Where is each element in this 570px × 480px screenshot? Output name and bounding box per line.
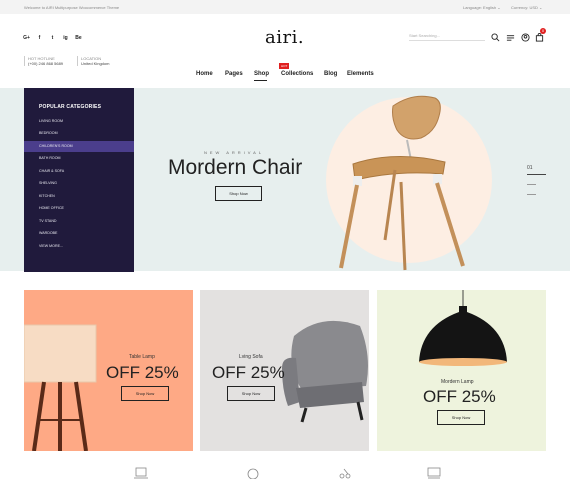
currency-selector[interactable]: Currency: USD ⌄ xyxy=(511,5,542,10)
nav-home[interactable]: Home xyxy=(196,71,213,77)
categories-sidebar: POPULAR CATEGORIES LIVING ROOM BEDROOM C… xyxy=(24,88,134,272)
category-item[interactable]: HOME OFFICE xyxy=(24,203,134,214)
chair-image xyxy=(339,95,465,271)
divider xyxy=(24,56,25,66)
nav-shop[interactable]: Shop xyxy=(254,71,269,77)
nav-collections[interactable]: Collections xyxy=(281,71,313,77)
hot-badge: HOT xyxy=(279,63,290,69)
support-icon xyxy=(247,468,259,479)
behance-icon[interactable]: Be xyxy=(75,35,82,41)
category-item[interactable]: TV STAND xyxy=(24,216,134,227)
category-item[interactable]: BEDROOM xyxy=(24,128,134,139)
category-item[interactable]: WARDOBE xyxy=(24,228,134,239)
banner-label: Lving Sofa xyxy=(239,354,263,360)
location-info: LOCATION United Kingdom xyxy=(77,56,110,66)
hero-shop-button[interactable]: Shop Now xyxy=(215,186,262,201)
banner-offer: OFF 25% xyxy=(106,363,179,382)
social-links: G+ f t ig Be xyxy=(23,35,82,41)
hotline-value: (+00) 246 868 5689 xyxy=(28,61,64,66)
category-item[interactable]: LIVING ROOM xyxy=(24,116,134,127)
nav-pages[interactable]: Pages xyxy=(225,71,243,77)
hotline-info: HOT HOTLINE (+00) 246 868 5689 xyxy=(24,56,64,66)
facebook-icon[interactable]: f xyxy=(36,35,43,41)
instagram-icon[interactable]: ig xyxy=(62,35,69,41)
twitter-icon[interactable]: t xyxy=(49,35,56,41)
menu-icon[interactable] xyxy=(506,33,515,42)
banner-label: Mordern Lamp xyxy=(441,379,474,385)
welcome-text: Welcome to AIRI Multipurpose Woocommerce… xyxy=(24,5,120,10)
delivery-icon xyxy=(339,468,351,479)
payment-icon xyxy=(427,467,441,479)
cart-count-badge: 0 xyxy=(540,28,546,34)
hero-title: Mordern Chair xyxy=(168,156,303,179)
banner-table-lamp[interactable]: Table Lamp OFF 25% Shop Now xyxy=(24,290,193,451)
hero-eyebrow: NEW ARRIVAL xyxy=(204,150,265,155)
banner-label: Table Lamp xyxy=(129,354,155,360)
pendant-lamp-image xyxy=(419,290,507,366)
cart-icon[interactable] xyxy=(535,33,544,42)
search-input[interactable]: Start Searching... xyxy=(409,33,485,41)
currency-label: Currency: USD xyxy=(511,5,538,10)
banner-offer: OFF 25% xyxy=(212,363,285,382)
slide-indicator[interactable] xyxy=(527,184,536,185)
banner-shop-button[interactable]: Shop Now xyxy=(437,410,485,425)
category-item[interactable]: SHELVING xyxy=(24,178,134,189)
slide-number: 01 xyxy=(527,165,533,171)
nav-elements[interactable]: Elements xyxy=(347,71,374,77)
site-logo[interactable]: airi. xyxy=(265,27,304,48)
account-icon[interactable] xyxy=(521,33,530,42)
banner-shop-button[interactable]: Shop Now xyxy=(121,386,169,401)
armchair-image xyxy=(282,320,368,423)
category-item[interactable]: CHAIR & SOFA xyxy=(24,166,134,177)
slide-indicator-active[interactable] xyxy=(527,174,546,175)
divider xyxy=(77,56,78,66)
sidebar-title: POPULAR CATEGORIES xyxy=(39,104,102,110)
banner-living-sofa[interactable]: Lving Sofa OFF 25% Shop Now xyxy=(200,290,369,451)
banner-modern-lamp[interactable]: Mordern Lamp OFF 25% Shop Now xyxy=(377,290,546,451)
language-label: Language: English xyxy=(463,5,497,10)
category-view-more[interactable]: VIEW MORE... xyxy=(24,241,134,252)
category-item[interactable]: KITCHEN xyxy=(24,191,134,202)
location-value: United Kingdom xyxy=(81,61,110,66)
slide-indicator[interactable] xyxy=(527,194,536,195)
nav-blog[interactable]: Blog xyxy=(324,71,337,77)
banner-shop-button[interactable]: Shop Now xyxy=(227,386,275,401)
category-item-active[interactable]: CHILDREN'S ROOM xyxy=(24,141,134,152)
table-lamp-image xyxy=(24,324,97,451)
active-nav-underline xyxy=(254,80,267,81)
google-plus-icon[interactable]: G+ xyxy=(23,35,30,41)
top-bar: Welcome to AIRI Multipurpose Woocommerce… xyxy=(0,0,570,14)
shipping-icon xyxy=(134,467,148,479)
language-selector[interactable]: Language: English ⌄ xyxy=(463,5,501,10)
banner-offer: OFF 25% xyxy=(423,387,496,406)
search-icon[interactable] xyxy=(491,33,500,42)
category-item[interactable]: BATH ROOM xyxy=(24,153,134,164)
